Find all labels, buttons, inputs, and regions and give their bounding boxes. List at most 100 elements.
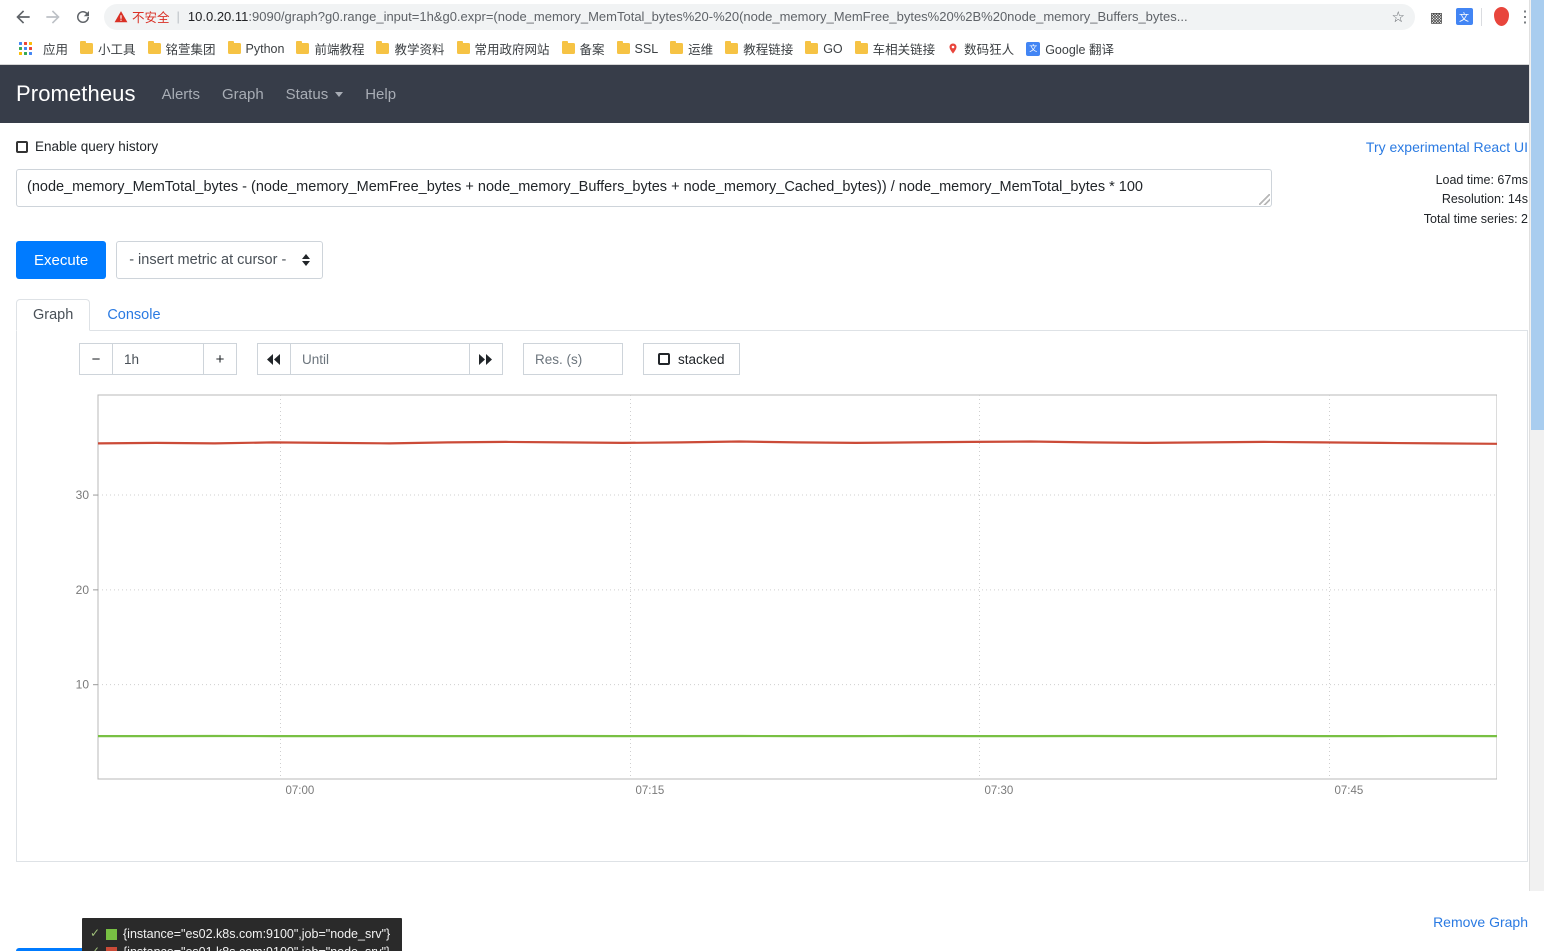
expression-input[interactable]: (node_memory_MemTotal_bytes - (node_memo… [16,169,1272,207]
legend-label: {instance="es01.k8s.com:9100",job="node_… [123,943,390,951]
nav-label: Alerts [161,85,200,103]
until-input[interactable]: Until [290,343,470,376]
resolution-input[interactable]: Res. (s) [523,343,623,376]
select-value: - insert metric at cursor - [129,252,287,269]
omnibox-divider: | [176,9,180,24]
bookmark-label: 小工具 [98,43,136,57]
bookmark-item-6[interactable]: 常用政府网站 [451,36,556,61]
step-backward-button[interactable] [257,343,291,376]
folder-icon [296,41,310,54]
checkbox-label: Enable query history [35,139,159,154]
address-bar[interactable]: 不安全 | 10.0.20.11:9090/graph?g0.range_inp… [104,3,1415,30]
location-pin-icon [947,42,959,55]
page-scrollbar[interactable] [1529,0,1544,891]
bookmark-label: Google 翻译 [1045,43,1114,57]
load-time: Load time: 67ms [1435,173,1528,187]
expression-row: (node_memory_MemTotal_bytes - (node_memo… [16,169,1528,229]
try-react-ui-link[interactable]: Try experimental React UI [1366,139,1528,155]
bookmark-label: 备案 [579,43,605,57]
stacked-checkbox[interactable]: stacked [643,343,740,376]
prometheus-navbar: Prometheus Alerts Graph Status Help [0,65,1544,123]
stacked-label: stacked [678,351,725,367]
chart-legend: ✓ {instance="es02.k8s.com:9100",job="nod… [82,918,403,951]
nav-label: Help [365,85,397,103]
nav-link-status[interactable]: Status [286,86,344,103]
security-warning-icon [114,10,128,24]
query-stats: Load time: 67ms Resolution: 14s Total ti… [1424,169,1528,229]
series-color-swatch [106,946,117,951]
legend-item[interactable]: ✓ {instance="es01.k8s.com:9100",job="nod… [90,943,390,951]
folder-icon [854,41,868,54]
forward-arrow-icon [38,3,68,31]
bookmark-item-8[interactable]: SSL [611,39,665,59]
security-warning-text: 不安全 [132,11,170,25]
folder-icon [725,41,739,54]
range-input[interactable]: 1h [112,343,204,376]
nav-link-help[interactable]: Help [365,86,396,103]
series-color-swatch [106,928,117,940]
execute-button[interactable]: Execute [16,241,107,280]
bookmark-item-3[interactable]: Python [222,39,291,59]
tab-console[interactable]: Console [90,299,177,331]
url-rest: :9090/graph?g0.range_input=1h&g0.expr=(n… [248,9,1188,24]
chart-container: 10 20 30 07:00 07:15 07:30 07:45 [17,389,1527,799]
svg-text:07:45: 07:45 [1335,785,1364,797]
qr-extension-icon[interactable]: ▩ [1423,4,1449,30]
nav-link-graph[interactable]: Graph [222,86,264,103]
bookmark-item-apps[interactable]: 应用 [8,36,74,61]
enable-query-history-checkbox[interactable]: Enable query history [16,139,158,154]
panel-tabs: Graph Console [16,297,1528,332]
bookmark-item-4[interactable]: 前端教程 [290,36,370,61]
range-decrease-button[interactable]: − [79,343,113,376]
bookmark-label: 应用 [43,43,69,57]
folder-icon [616,41,630,54]
folder-icon [561,41,575,54]
bookmark-item-5[interactable]: 教学资料 [370,36,450,61]
svg-text:07:15: 07:15 [636,785,665,797]
range-increase-button[interactable]: + [203,343,237,376]
step-forward-button[interactable] [469,343,503,376]
bookmark-item-1[interactable]: 小工具 [74,36,142,61]
browser-chrome: 不安全 | 10.0.20.11:9090/graph?g0.range_inp… [0,0,1544,65]
insert-metric-select[interactable]: - insert metric at cursor - [116,241,324,280]
legend-item[interactable]: ✓ {instance="es02.k8s.com:9100",job="nod… [90,925,390,943]
url-text: 10.0.20.11:9090/graph?g0.range_input=1h&… [188,9,1386,24]
tab-graph[interactable]: Graph [16,299,91,332]
bookmark-label: 铭萱集团 [165,43,216,57]
reload-icon[interactable] [68,3,98,31]
nav-label: Graph [221,85,264,103]
folder-icon [147,41,161,54]
folder-icon [456,41,470,54]
bookmark-item-14[interactable]: 文 Google 翻译 [1020,36,1120,61]
expression-text: (node_memory_MemTotal_bytes - (node_memo… [27,179,1143,195]
google-translate-extension-icon[interactable]: 文 [1451,4,1477,30]
query-history-row: Enable query history Try experimental Re… [16,123,1528,155]
profile-avatar-icon[interactable] [1488,4,1514,30]
end-time-group: Until [257,343,503,376]
bookmark-item-13[interactable]: 数码狂人 [941,36,1020,61]
bookmark-star-icon[interactable]: ☆ [1392,8,1405,26]
check-icon: ✓ [90,926,101,941]
checkbox-icon [658,353,670,366]
svg-text:07:30: 07:30 [985,785,1014,797]
scrollbar-thumb[interactable] [1531,0,1544,430]
nav-link-alerts[interactable]: Alerts [162,86,200,103]
bookmark-item-11[interactable]: GO [799,39,848,59]
bookmark-item-12[interactable]: 车相关链接 [849,36,942,61]
folder-icon [376,41,390,54]
browser-toolbar: 不安全 | 10.0.20.11:9090/graph?g0.range_inp… [0,0,1544,33]
bookmark-item-7[interactable]: 备案 [556,36,611,61]
bookmark-item-10[interactable]: 教程链接 [719,36,799,61]
chevron-down-icon [335,91,344,97]
folder-icon [80,41,94,54]
resize-handle[interactable] [1259,194,1270,205]
bookmark-item-9[interactable]: 运维 [664,36,719,61]
remove-graph-link[interactable]: Remove Graph [1433,914,1528,930]
folder-icon [227,41,241,54]
back-arrow-icon[interactable] [8,3,38,31]
prometheus-brand[interactable]: Prometheus [16,81,136,107]
url-host: 10.0.20.11 [187,9,249,24]
bookmark-item-2[interactable]: 铭萱集团 [142,36,222,61]
time-series-chart[interactable]: 10 20 30 07:00 07:15 07:30 07:45 [17,389,1497,799]
range-input-group: − 1h + [79,343,237,376]
